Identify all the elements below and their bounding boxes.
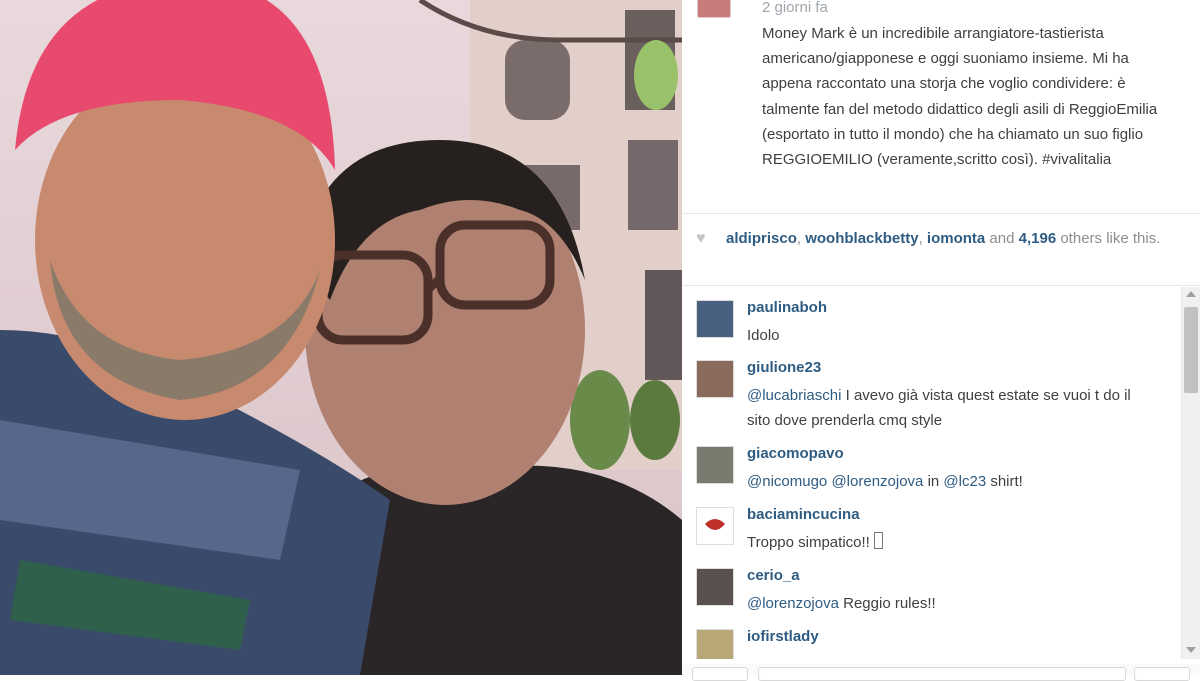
comment-mention[interactable]: @lucabriaschi	[747, 387, 841, 404]
comment-body: shirt!	[986, 473, 1023, 490]
like-user-2[interactable]: woohblackbetty	[805, 230, 918, 247]
commenter-avatar[interactable]	[696, 507, 734, 545]
divider	[682, 213, 1200, 214]
comment-username[interactable]: paulinaboh	[747, 299, 827, 316]
commenter-avatar[interactable]	[696, 300, 734, 338]
scroll-up-icon[interactable]	[1186, 291, 1196, 297]
commenter-avatar[interactable]	[696, 568, 734, 606]
likes-suffix: others like this.	[1060, 230, 1161, 247]
comment-text: @lorenzojova Reggio rules!!	[747, 591, 1132, 616]
author-avatar[interactable]	[697, 0, 731, 18]
post-caption-section: 2 giorni fa Money Mark è un incredibile …	[682, 0, 1200, 213]
more-options-button[interactable]	[1134, 667, 1190, 681]
comment-item: paulinaboh Idolo	[696, 287, 1176, 344]
like-user-1[interactable]: aldiprisco	[726, 230, 797, 247]
commenter-avatar[interactable]	[696, 360, 734, 398]
comment-mention[interactable]: @lorenzojova	[747, 595, 839, 612]
comment-text: @nicomugo @lorenzojova in @lc23 shirt!	[747, 469, 1132, 494]
comment-mention[interactable]: @lc23	[943, 473, 986, 490]
comment-input[interactable]	[758, 667, 1126, 681]
comment-bar	[682, 664, 1200, 681]
commenter-avatar[interactable]	[696, 446, 734, 484]
comment-username[interactable]: giulione23	[747, 359, 821, 376]
post-caption: Money Mark è un incredibile arrangiatore…	[762, 25, 1158, 169]
comment-item: giacomopavo @nicomugo @lorenzojova in @l…	[696, 433, 1176, 490]
comment-body: Reggio rules!!	[838, 595, 936, 612]
emoji-placeholder-icon	[874, 532, 883, 549]
scroll-down-icon[interactable]	[1186, 647, 1196, 653]
likes-and: and	[989, 230, 1015, 247]
comment-username[interactable]: cerio_a	[747, 567, 800, 584]
divider	[682, 285, 1200, 286]
like-button[interactable]	[692, 667, 748, 681]
comment-username[interactable]: giacomopavo	[747, 445, 844, 462]
comment-username[interactable]: baciamincucina	[747, 506, 860, 523]
comment-body: Idolo	[747, 327, 780, 344]
post-panel: 2 giorni fa Money Mark è un incredibile …	[682, 0, 1200, 681]
comment-item: giulione23 @lucabriaschi I avevo già vis…	[696, 347, 1176, 429]
post-photo	[0, 0, 682, 675]
likes-count[interactable]: 4,196	[1019, 230, 1057, 247]
comment-item: iofirstlady	[696, 616, 1176, 659]
heart-icon[interactable]: ♥	[696, 228, 714, 249]
post-time[interactable]: 2 giorni fa	[762, 0, 828, 16]
scrollbar-thumb[interactable]	[1184, 307, 1198, 393]
comment-item: cerio_a @lorenzojova Reggio rules!!	[696, 555, 1176, 612]
commenter-avatar[interactable]	[696, 629, 734, 659]
comment-body: in	[923, 473, 944, 490]
likes-summary: ♥ aldiprisco, woohblackbetty, iomonta and…	[696, 228, 1161, 249]
comment-body: Troppo simpatico!!	[747, 534, 874, 551]
like-user-3[interactable]: iomonta	[927, 230, 985, 247]
comment-item: baciamincucina Troppo simpatico!!	[696, 494, 1176, 551]
comment-username[interactable]: iofirstlady	[747, 628, 819, 645]
comment-text: @lucabriaschi I avevo già vista quest es…	[747, 383, 1132, 433]
comment-text: Troppo simpatico!!	[747, 530, 1132, 555]
comments-list: paulinaboh Idolo giulione23 @lucabriasch…	[682, 287, 1182, 659]
comment-mention[interactable]: @lorenzojova	[831, 473, 923, 490]
comment-text: Idolo	[747, 323, 1132, 348]
comment-mention[interactable]: @nicomugo	[747, 473, 827, 490]
comments-scrollbar[interactable]	[1181, 287, 1200, 659]
